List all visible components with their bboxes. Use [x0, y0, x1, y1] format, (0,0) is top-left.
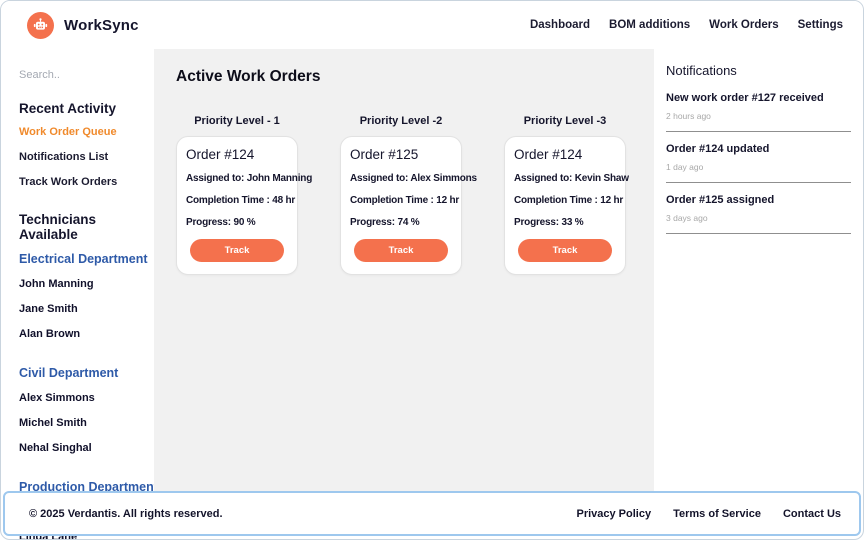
recent-activity-heading: Recent Activity	[19, 101, 117, 116]
assigned-to: Assigned to: Kevin Shaw	[514, 173, 629, 184]
department-civil: Civil Department Alex Simmons Michel Smi…	[19, 366, 140, 454]
notification-text: Order #125 assigned	[666, 194, 775, 206]
nav-dashboard[interactable]: Dashboard	[530, 19, 590, 31]
track-button[interactable]: Track	[190, 239, 284, 262]
nav-settings[interactable]: Settings	[798, 19, 843, 31]
notifications-panel: Notifications New work order #127 receiv…	[654, 49, 863, 491]
app-title: WorkSync	[64, 16, 139, 34]
progress: Progress: 74 %	[350, 217, 420, 228]
priority-label: Priority Level -3	[523, 115, 607, 127]
content-row: Recent Activity Work Order Queue Notific…	[1, 49, 863, 539]
work-order-card: Order #124 Assigned to: John Manning Com…	[176, 136, 313, 275]
completion-time: Completion Time : 12 hr	[514, 195, 624, 206]
page-title: Active Work Orders	[176, 68, 321, 85]
department-title: Civil Department	[19, 366, 119, 380]
notification-time: 1 day ago	[666, 162, 704, 172]
copyright-text: © 2025 Verdantis. All rights reserved.	[29, 507, 223, 520]
footer-link-terms-of-service[interactable]: Terms of Service	[673, 508, 761, 520]
search-input[interactable]	[19, 67, 129, 83]
nav-work-orders[interactable]: Work Orders	[709, 19, 778, 31]
assigned-to: Assigned to: John Manning	[186, 173, 313, 184]
robot-logo-icon	[27, 11, 54, 39]
notification-text: New work order #127 received	[666, 92, 824, 104]
progress: Progress: 33 %	[514, 217, 584, 228]
technicians-heading: Technicians Available	[19, 212, 97, 242]
assigned-to: Assigned to: Alex Simmons	[350, 173, 477, 184]
track-button[interactable]: Track	[354, 239, 448, 262]
notification-item[interactable]: New work order #127 received 2 hours ago	[666, 92, 851, 132]
department-title: Electrical Department	[19, 252, 148, 266]
technician-name: Alan Brown	[19, 328, 81, 340]
nav-bom-additions[interactable]: BOM additions	[609, 19, 690, 31]
work-order-column-3: Priority Level -3 Order #124 Assigned to…	[504, 115, 629, 275]
priority-label: Priority Level - 1	[194, 115, 280, 127]
notification-item[interactable]: Order #124 updated 1 day ago	[666, 143, 851, 183]
work-order-card: Order #125 Assigned to: Alex Simmons Com…	[340, 136, 477, 275]
work-order-card: Order #124 Assigned to: Kevin Shaw Compl…	[504, 136, 629, 275]
technician-name: Nehal Singhal	[19, 442, 92, 454]
footer: © 2025 Verdantis. All rights reserved. P…	[3, 491, 861, 536]
work-order-column-2: Priority Level -2 Order #125 Assigned to…	[340, 115, 477, 275]
technician-name: Jane Smith	[19, 303, 78, 315]
footer-link-privacy-policy[interactable]: Privacy Policy	[576, 508, 651, 520]
sidebar-item-notifications-list[interactable]: Notifications List	[19, 151, 140, 163]
brand: WorkSync	[27, 11, 139, 39]
notification-item[interactable]: Order #125 assigned 3 days ago	[666, 194, 851, 234]
notification-time: 3 days ago	[666, 213, 708, 223]
notification-text: Order #124 updated	[666, 143, 770, 155]
footer-link-contact-us[interactable]: Contact Us	[783, 508, 841, 520]
completion-time: Completion Time : 48 hr	[186, 195, 296, 206]
notifications-heading: Notifications	[666, 63, 737, 78]
top-header: WorkSync Dashboard BOM additions Work Or…	[1, 1, 863, 49]
priority-label: Priority Level -2	[359, 115, 443, 127]
technician-name: Michel Smith	[19, 417, 87, 429]
track-button[interactable]: Track	[518, 239, 612, 262]
notification-time: 2 hours ago	[666, 111, 711, 121]
technician-name: Alex Simmons	[19, 392, 95, 404]
work-order-column-1: Priority Level - 1 Order #124 Assigned t…	[176, 115, 313, 275]
progress: Progress: 90 %	[186, 217, 256, 228]
order-id: Order #124	[186, 147, 255, 162]
left-sidebar: Recent Activity Work Order Queue Notific…	[1, 49, 158, 539]
order-id: Order #125	[350, 147, 419, 162]
sidebar-item-track-work-orders[interactable]: Track Work Orders	[19, 176, 140, 188]
footer-links: Privacy Policy Terms of Service Contact …	[576, 508, 841, 520]
main-panel: Active Work Orders Priority Level - 1 Or…	[154, 49, 654, 491]
technician-name: John Manning	[19, 278, 94, 290]
work-order-cards: Priority Level - 1 Order #124 Assigned t…	[176, 115, 634, 275]
worksync-app: WorkSync Dashboard BOM additions Work Or…	[0, 0, 864, 540]
order-id: Order #124	[514, 147, 583, 162]
top-nav: Dashboard BOM additions Work Orders Sett…	[530, 19, 843, 31]
sidebar-item-work-order-queue[interactable]: Work Order Queue	[19, 126, 140, 138]
department-electrical: Electrical Department John Manning Jane …	[19, 252, 148, 340]
completion-time: Completion Time : 12 hr	[350, 195, 460, 206]
